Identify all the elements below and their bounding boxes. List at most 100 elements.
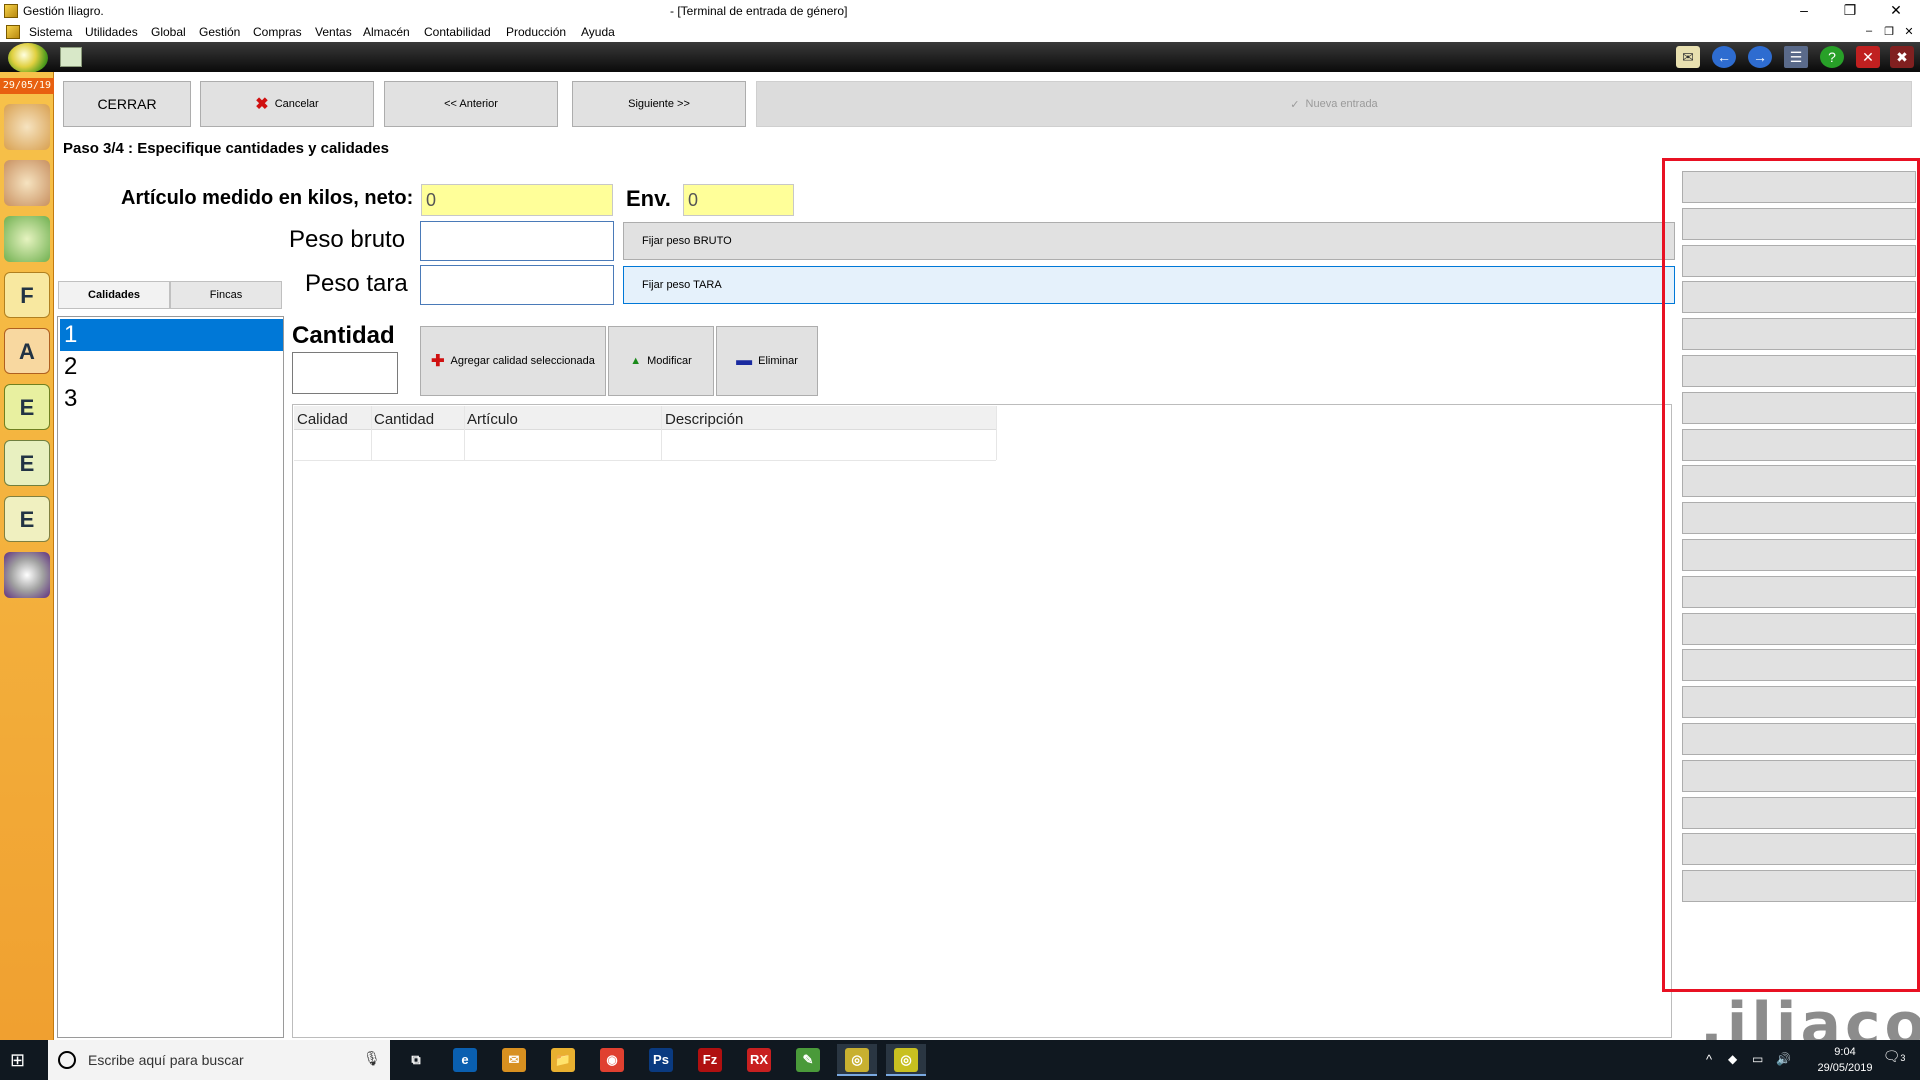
back-arrow-icon[interactable]: ←	[1712, 46, 1736, 68]
user-green-icon[interactable]	[4, 216, 50, 262]
right-panel-button[interactable]	[1682, 318, 1916, 351]
grid-col-descripcion[interactable]: Descripción	[665, 411, 743, 428]
right-panel-button[interactable]	[1682, 539, 1916, 571]
right-panel-button[interactable]	[1682, 355, 1916, 387]
orb-logo-icon[interactable]	[8, 43, 48, 73]
right-panel-button[interactable]	[1682, 391, 1916, 424]
document-e3-icon[interactable]: E	[4, 496, 50, 542]
outlook-icon[interactable]: ✉	[494, 1044, 534, 1076]
taskbar-clock[interactable]: 9:04 29/05/2019	[1810, 1044, 1880, 1076]
menu-produccion[interactable]: Producción	[506, 25, 566, 39]
cancel-button[interactable]: ✖ Cancelar	[200, 81, 374, 127]
document-e2-icon[interactable]: E	[4, 440, 50, 486]
iliagro-icon[interactable]: ◎	[837, 1044, 877, 1076]
menu-compras[interactable]: Compras	[253, 25, 302, 39]
right-panel-button[interactable]	[1682, 833, 1916, 866]
tab-fincas[interactable]: Fincas	[170, 281, 282, 309]
previous-button[interactable]: << Anterior	[384, 81, 558, 127]
minimize-button[interactable]: –	[1781, 0, 1827, 22]
right-panel-button[interactable]	[1682, 207, 1916, 240]
calendar-icon[interactable]	[60, 47, 82, 67]
document-f-icon[interactable]: F	[4, 272, 50, 318]
dropbox-icon[interactable]: ◆	[1728, 1052, 1737, 1066]
add-quality-button[interactable]: ✚ Agregar calidad seleccionada	[420, 326, 606, 396]
set-gross-weight-button[interactable]: Fijar peso BRUTO	[623, 222, 1675, 260]
app-title: Gestión Iliagro.	[23, 4, 104, 18]
filezilla-icon[interactable]: Fz	[690, 1044, 730, 1076]
right-panel-button[interactable]	[1682, 723, 1916, 755]
document-title: - [Terminal de entrada de género]	[670, 4, 848, 18]
list-item[interactable]: 2	[60, 351, 283, 383]
windows-start-icon[interactable]: ⊞	[10, 1050, 30, 1070]
menu-global[interactable]: Global	[151, 25, 186, 39]
menu-sistema[interactable]: Sistema	[29, 25, 72, 39]
help-icon[interactable]: ?	[1820, 46, 1844, 68]
modify-button[interactable]: ▲ Modificar	[608, 326, 714, 396]
microphone-icon[interactable]: 🎙	[363, 1050, 381, 1067]
menu-ayuda[interactable]: Ayuda	[581, 25, 615, 39]
menu-utilidades[interactable]: Utilidades	[85, 25, 138, 39]
menu-almacen[interactable]: Almacén	[363, 25, 410, 39]
grid-col-cantidad[interactable]: Cantidad	[374, 411, 434, 428]
right-panel-button[interactable]	[1682, 870, 1916, 903]
restore-button[interactable]: ❐	[1827, 0, 1873, 22]
set-tare-weight-button[interactable]: Fijar peso TARA	[623, 266, 1675, 304]
document-a-icon[interactable]: A	[4, 328, 50, 374]
chrome-icon-glyph: ◉	[600, 1048, 624, 1072]
volume-icon[interactable]: 🔊	[1776, 1052, 1791, 1066]
windows-list-icon[interactable]: ☰	[1784, 46, 1808, 68]
list-item[interactable]: 3	[60, 383, 283, 415]
users-icon[interactable]	[4, 104, 50, 150]
tray-chevron-icon[interactable]: ^	[1706, 1052, 1712, 1067]
right-panel-button[interactable]	[1682, 649, 1916, 682]
right-panel-button[interactable]	[1682, 502, 1916, 535]
mdi-restore-button[interactable]: ❐	[1882, 25, 1896, 38]
disc-wand-icon[interactable]	[4, 552, 50, 598]
close-all-icon[interactable]: ✖	[1890, 46, 1914, 68]
taskbar-search[interactable]: Escribe aquí para buscar 🎙	[48, 1040, 390, 1080]
grid-col-calidad[interactable]: Calidad	[297, 411, 348, 428]
quantity-input[interactable]	[292, 352, 398, 394]
photoshop-icon[interactable]: Ps	[641, 1044, 681, 1076]
menu-contabilidad[interactable]: Contabilidad	[424, 25, 491, 39]
tare-weight-input[interactable]	[420, 265, 614, 305]
mdi-minimize-button[interactable]: –	[1862, 25, 1876, 37]
network-icon[interactable]: ▭	[1752, 1052, 1763, 1066]
right-panel-button[interactable]	[1682, 465, 1916, 498]
right-panel-button[interactable]	[1682, 281, 1916, 314]
right-panel-button[interactable]	[1682, 759, 1916, 792]
close-button[interactable]: CERRAR	[63, 81, 191, 127]
rx-icon[interactable]: RX	[739, 1044, 779, 1076]
iliagro2-icon[interactable]: ◎	[886, 1044, 926, 1076]
forward-arrow-icon[interactable]: →	[1748, 46, 1772, 68]
notifications-icon[interactable]: 🗨3	[1880, 1048, 1908, 1072]
edge-icon[interactable]: e	[445, 1044, 485, 1076]
new-entry-button[interactable]: ✓ Nueva entrada	[756, 81, 1912, 127]
user-icon[interactable]	[4, 160, 50, 206]
next-button[interactable]: Siguiente >>	[572, 81, 746, 127]
tab-calidades[interactable]: Calidades	[58, 281, 170, 309]
close-doc-icon[interactable]: ✕	[1856, 46, 1880, 68]
right-panel-button[interactable]	[1682, 171, 1916, 203]
mdi-close-button[interactable]: ✕	[1902, 25, 1916, 38]
document-e-icon[interactable]: E	[4, 384, 50, 430]
explorer-icon[interactable]: 📁	[543, 1044, 583, 1076]
close-window-button[interactable]: ✕	[1873, 0, 1919, 22]
right-panel-button[interactable]	[1682, 612, 1916, 645]
qualities-list[interactable]: 1 2 3	[57, 316, 284, 1038]
delete-button[interactable]: ▬ Eliminar	[716, 326, 818, 396]
grid-col-articulo[interactable]: Artículo	[467, 411, 518, 428]
list-item[interactable]: 1	[60, 319, 283, 351]
right-panel-button[interactable]	[1682, 796, 1916, 829]
notepad-icon[interactable]: ✎	[788, 1044, 828, 1076]
right-panel-button[interactable]	[1682, 244, 1916, 277]
right-panel-button[interactable]	[1682, 575, 1916, 608]
chrome-icon[interactable]: ◉	[592, 1044, 632, 1076]
mail-icon[interactable]: ✉	[1676, 46, 1700, 68]
menu-ventas[interactable]: Ventas	[315, 25, 352, 39]
task-view-icon[interactable]: ⧉	[396, 1044, 436, 1076]
menu-gestion[interactable]: Gestión	[199, 25, 240, 39]
right-panel-button[interactable]	[1682, 428, 1916, 461]
right-panel-button[interactable]	[1682, 686, 1916, 719]
gross-weight-input[interactable]	[420, 221, 614, 261]
